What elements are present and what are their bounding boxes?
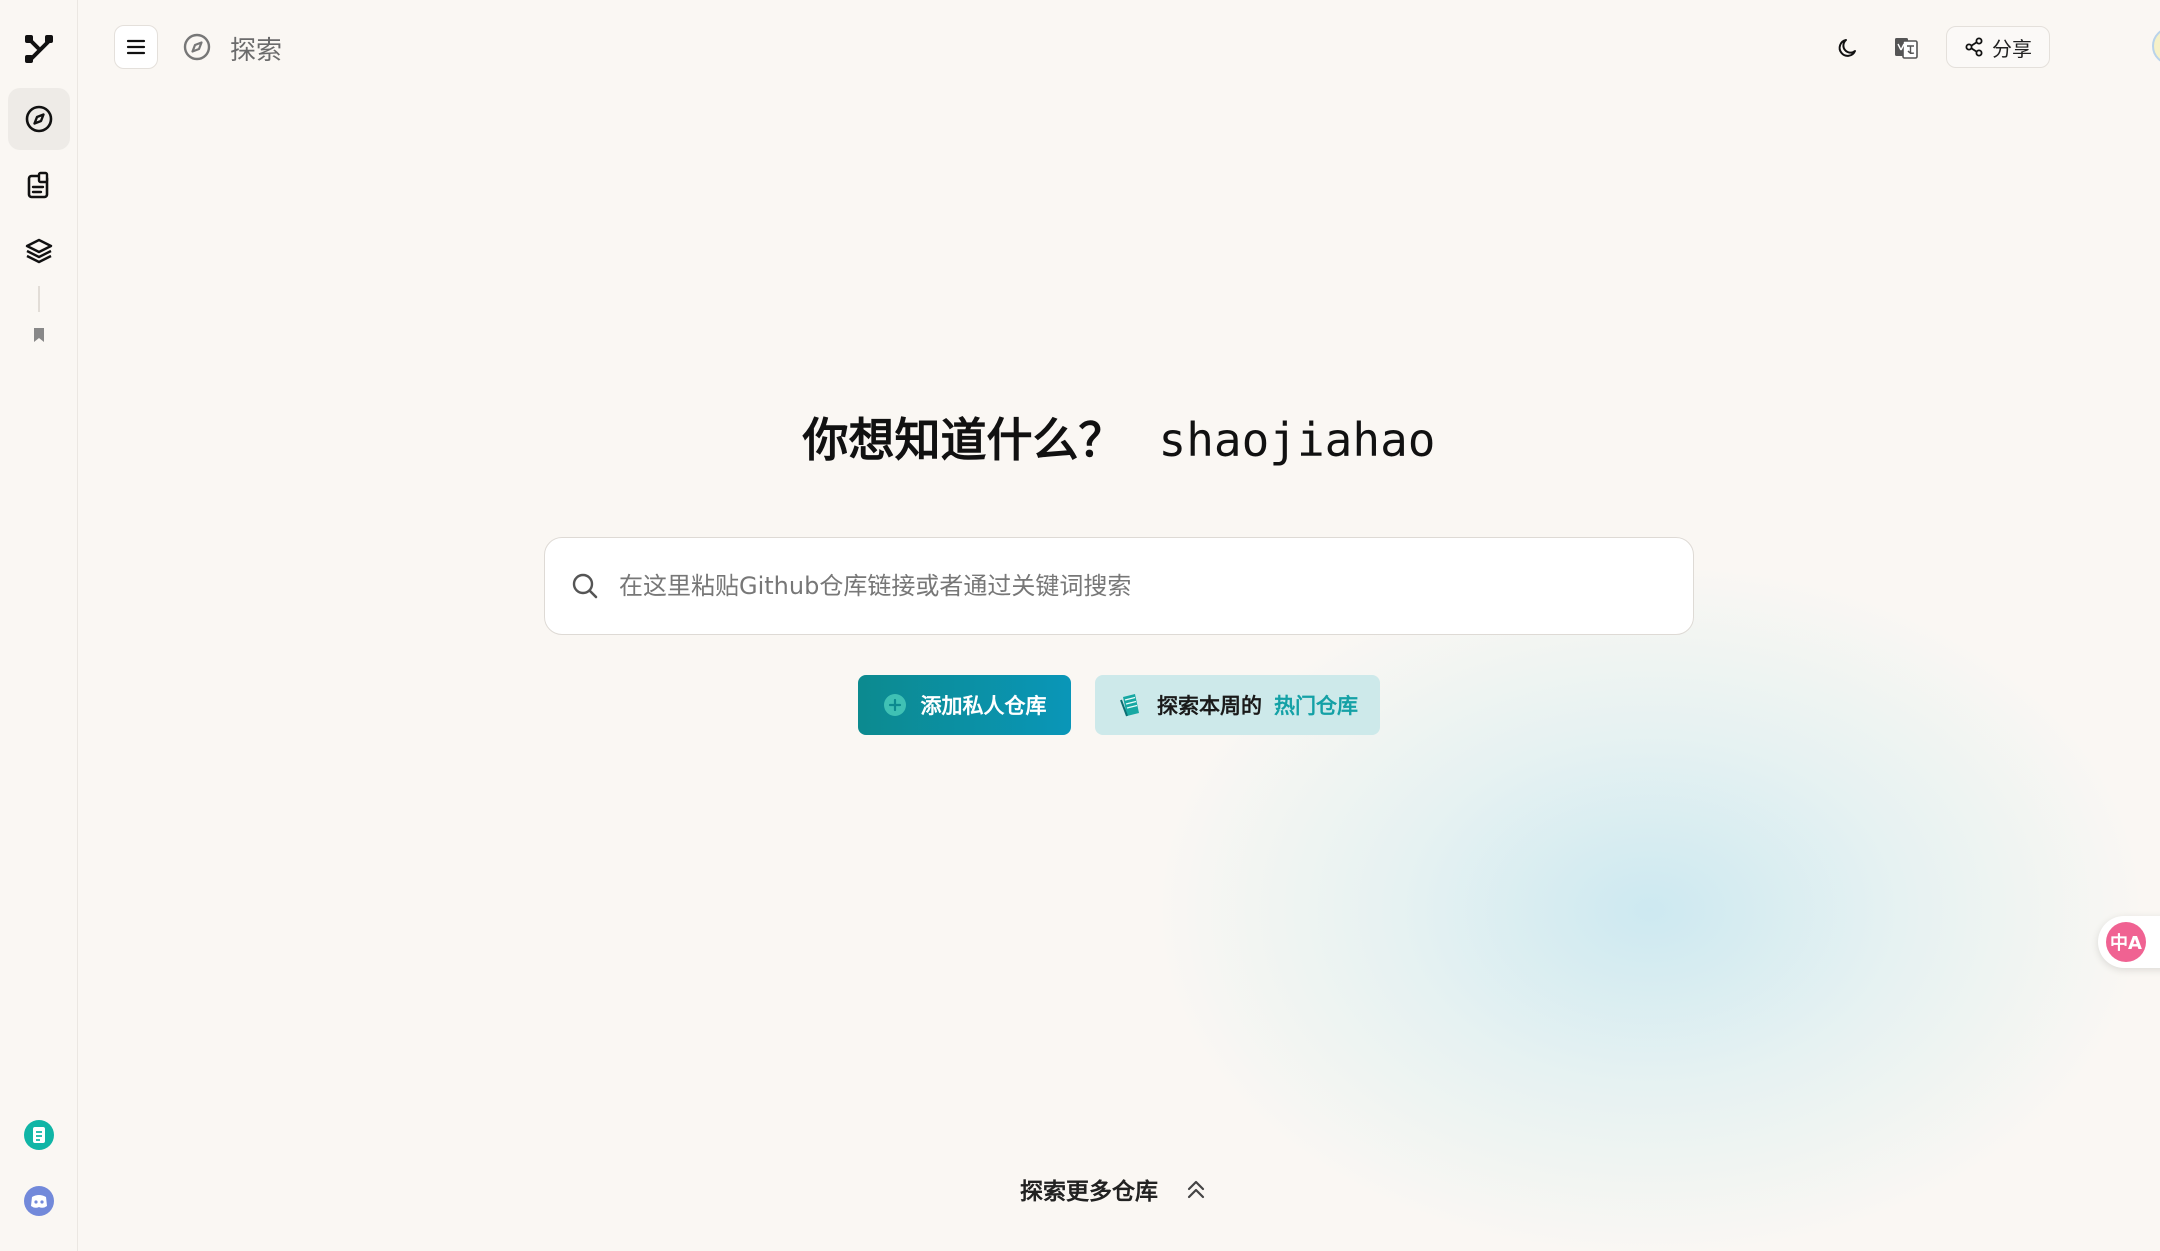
hot-repos-label: 热门仓库 [1274, 694, 1358, 718]
avatar-face-icon [2156, 31, 2160, 61]
search-icon [569, 570, 601, 602]
theme-toggle-button[interactable] [1828, 28, 1868, 68]
search-box [544, 537, 1694, 635]
app-root: 探索 分享 你想知道什么？ shaojiahao 在这里粘贴Github仓库链接… [0, 0, 2160, 1251]
translate-bubble-icon: 中A [2106, 922, 2146, 962]
add-private-repo-label: 添加私人仓库 [920, 694, 1047, 718]
clipboard-icon [27, 171, 49, 199]
book-stack-icon [1120, 694, 1139, 717]
breadcrumb-compass-icon [183, 33, 211, 61]
discord-button[interactable] [8, 1170, 70, 1232]
language-button[interactable] [1886, 28, 1926, 68]
layers-icon [25, 238, 53, 264]
discord-icon [24, 1186, 54, 1216]
add-private-repo-button[interactable]: 添加私人仓库 [858, 675, 1071, 735]
doc-icon [24, 1120, 54, 1150]
explore-more-button[interactable]: 探索更多仓库 [1020, 1172, 1208, 1206]
sidebar-item-bookmarks[interactable] [8, 304, 70, 366]
logo-icon [25, 35, 53, 63]
share-icon [1965, 37, 1983, 57]
top-header: 探索 分享 [78, 0, 2160, 94]
explore-more-label: 探索更多仓库 [1020, 1179, 1158, 1205]
share-button[interactable]: 分享 [1946, 26, 2050, 68]
background-glow [1150, 560, 2150, 1251]
avatar[interactable] [2152, 27, 2160, 65]
translate-icon [1895, 38, 1918, 59]
logo-button[interactable] [8, 18, 70, 80]
docs-button[interactable] [8, 1104, 70, 1166]
moon-icon [1838, 39, 1856, 57]
bookmark-icon [34, 328, 44, 342]
sidebar [0, 0, 78, 1251]
plus-circle-icon [883, 694, 906, 716]
hamburger-icon [126, 39, 146, 55]
double-chevron-up-icon [1187, 1180, 1205, 1199]
page-title: 你想知道什么？ shaojiahao [0, 404, 2160, 470]
sidebar-item-layers[interactable] [8, 220, 70, 282]
sidebar-item-repos[interactable] [8, 154, 70, 216]
floating-translate-button[interactable]: 中A [2098, 916, 2160, 968]
sidebar-item-explore[interactable] [8, 88, 70, 150]
hero-username: shaojiahao [1158, 413, 1436, 467]
breadcrumb-label: 探索 [230, 36, 283, 66]
hero-question: 你想知道什么？ [802, 413, 1125, 467]
share-label: 分享 [1992, 36, 2032, 61]
explore-hot-repos-button[interactable]: 探索本周的 热门仓库 [1095, 675, 1380, 735]
explore-week-label: 探索本周的 [1157, 694, 1262, 718]
compass-icon [25, 105, 53, 133]
search-input[interactable] [617, 571, 1693, 601]
menu-button[interactable] [114, 25, 158, 69]
